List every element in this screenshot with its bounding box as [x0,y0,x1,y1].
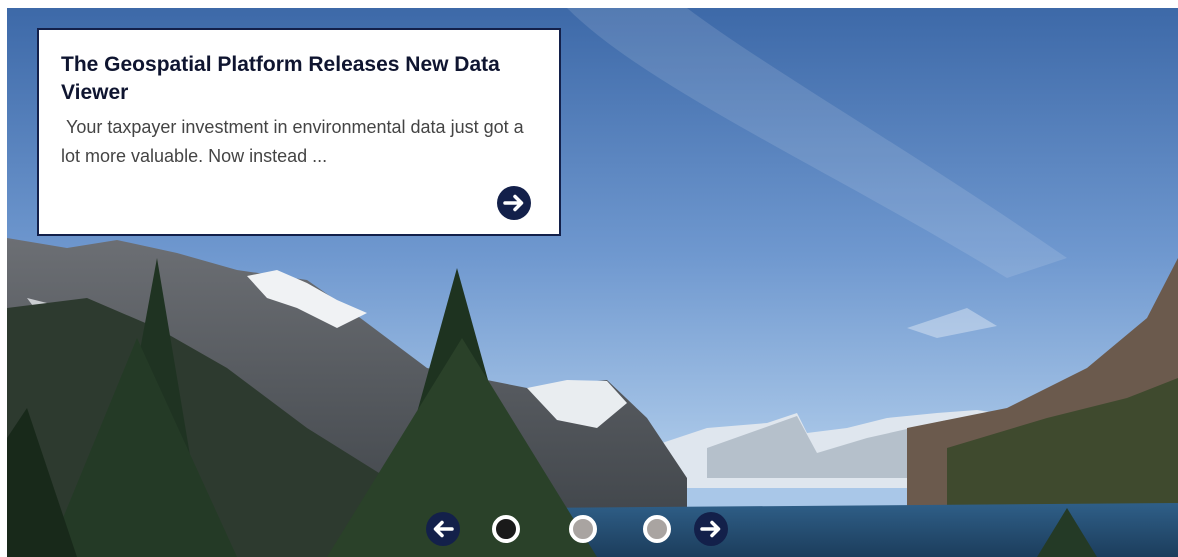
carousel-next-button[interactable] [694,512,728,546]
caption-excerpt: Your taxpayer investment in environmenta… [61,117,529,166]
arrow-left-icon [433,520,454,538]
carousel-dot-1[interactable] [492,515,520,543]
arrow-right-circle-icon [503,194,524,212]
carousel-prev-button[interactable] [426,512,460,546]
arrow-right-icon [700,520,721,538]
news-caption-card: The Geospatial Platform Releases New Dat… [37,28,561,236]
carousel-dot-3[interactable] [643,515,671,543]
hero-carousel: The Geospatial Platform Releases New Dat… [7,8,1178,557]
read-more-button[interactable] [497,186,531,220]
carousel-dot-2[interactable] [569,515,597,543]
caption-title[interactable]: The Geospatial Platform Releases New Dat… [61,51,531,107]
